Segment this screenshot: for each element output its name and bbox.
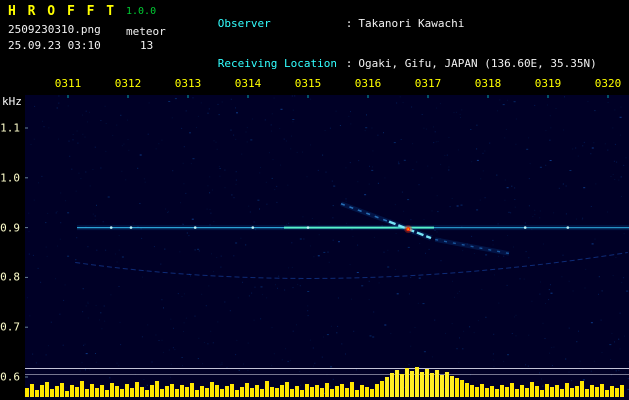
freq-tick-label: 0.8 — [0, 270, 20, 284]
time-tick-label: 0315 — [294, 77, 322, 90]
info-separator: : — [345, 16, 353, 30]
freq-tick-label: 0.9 — [0, 221, 20, 235]
freq-tick-label: 1.0 — [0, 171, 20, 185]
app-version: 1.0.0 — [126, 6, 157, 17]
mode-label: meteor — [126, 25, 166, 38]
time-tick-label: 0318 — [474, 77, 502, 90]
info-label: Observer — [217, 16, 271, 30]
time-tick-label: 0317 — [414, 77, 442, 90]
info-value: Ogaki, Gifu, JAPAN (136.60E, 35.35N) — [358, 57, 597, 70]
info-value: Takanori Kawachi — [358, 16, 465, 30]
time-tick-label: 0320 — [594, 77, 622, 90]
time-tick-label: 0311 — [54, 77, 82, 90]
hrofft-window: H R O F F T 1.0.0 2509230310.png meteor … — [0, 0, 629, 400]
output-filename: 2509230310.png — [8, 23, 101, 36]
info-separator: : — [345, 57, 353, 70]
app-title: H R O F F T — [8, 4, 117, 19]
freq-tick-label: 0.6 — [0, 370, 20, 384]
time-tick-label: 0314 — [234, 77, 262, 90]
freq-tick-label: 1.1 — [0, 121, 20, 135]
echo-count: 13 — [140, 39, 154, 52]
time-tick-label: 0319 — [534, 77, 562, 90]
freq-tick-label: 0.7 — [0, 320, 20, 334]
info-label: Receiving Location — [217, 57, 337, 70]
freq-axis-unit: kHz — [2, 95, 22, 108]
spectrogram-plot — [25, 95, 629, 400]
time-tick-label: 0316 — [354, 77, 382, 90]
spectrogram-canvas — [25, 95, 629, 400]
info-row-observer: Observer: Takanori Kawachi — [178, 3, 597, 44]
time-tick-label: 0313 — [174, 77, 202, 90]
time-tick-label: 0312 — [114, 77, 142, 90]
observation-timestamp: 25.09.23 03:10 — [8, 39, 101, 52]
